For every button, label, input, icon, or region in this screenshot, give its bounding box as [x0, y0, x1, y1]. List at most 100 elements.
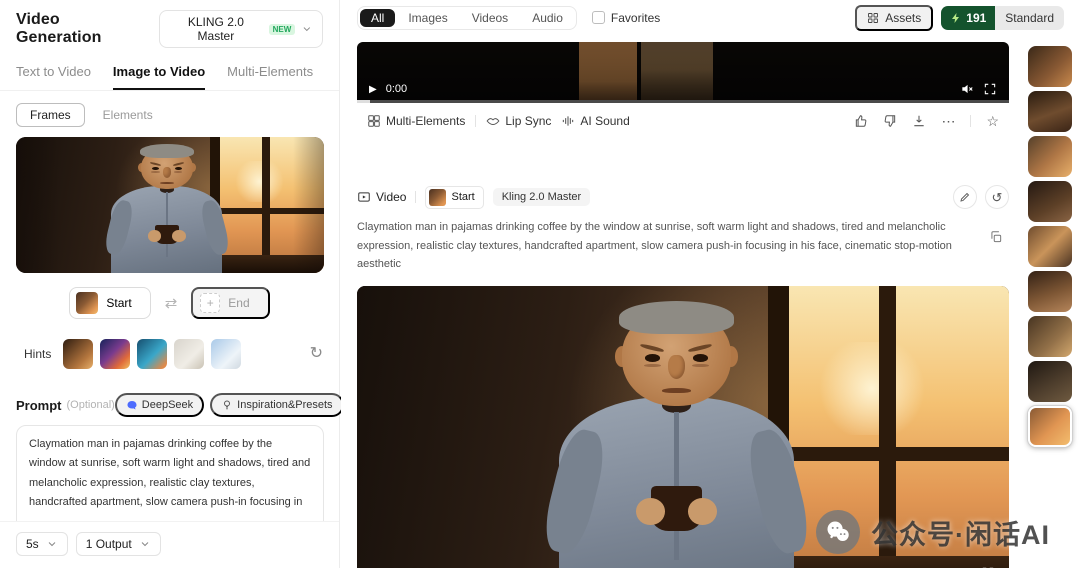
favorite-star-icon[interactable]: ☆	[986, 114, 999, 128]
inspiration-presets-label: Inspiration&Presets	[237, 399, 332, 411]
start-frame-chip-thumbnail	[429, 189, 446, 206]
history-thumbnail[interactable]	[1028, 136, 1072, 177]
model-selector-label: KLING 2.0 Master	[169, 15, 262, 43]
favorites-label: Favorites	[611, 11, 660, 25]
thumbs-down-icon[interactable]	[883, 114, 897, 128]
end-frame-label: End	[228, 296, 249, 310]
duration-select[interactable]: 5s	[16, 532, 68, 556]
energy-bolt-icon	[950, 12, 962, 24]
favorites-filter[interactable]: Favorites	[592, 11, 660, 25]
model-selector-dropdown[interactable]: KLING 2.0 Master NEW	[159, 10, 323, 48]
deepseek-label: DeepSeek	[142, 399, 193, 411]
history-thumbnail-selected[interactable]	[1028, 406, 1072, 447]
start-frame-preview[interactable]	[16, 137, 324, 273]
more-options-icon[interactable]: ⋯	[941, 114, 955, 128]
output-count-select[interactable]: 1 Output	[76, 532, 161, 556]
assets-button[interactable]: Assets	[855, 5, 933, 31]
edit-button[interactable]	[953, 185, 977, 209]
subtab-elements[interactable]: Elements	[103, 108, 153, 122]
inspiration-presets-button[interactable]: Inspiration&Presets	[210, 393, 343, 417]
ai-sound-button[interactable]: AI Sound	[561, 114, 629, 128]
start-frame-button[interactable]: Start	[69, 287, 150, 319]
tab-text-to-video[interactable]: Text to Video	[16, 64, 91, 90]
swap-frames-icon[interactable]: ⇄	[165, 294, 178, 312]
credits-counter: 191	[941, 6, 995, 30]
previous-video-player[interactable]: ▶ 0:00	[357, 42, 1009, 100]
filter-images[interactable]: Images	[397, 9, 458, 27]
watermark-text: 公众号·闲话AI	[871, 513, 1050, 552]
thumbs-up-icon[interactable]	[854, 114, 868, 128]
hints-row: Hints ↻	[0, 319, 339, 369]
filter-videos[interactable]: Videos	[461, 9, 519, 27]
content-topbar: All Images Videos Audio Favorites Assets…	[341, 0, 1080, 30]
history-thumbnail[interactable]	[1028, 226, 1072, 267]
add-end-frame-icon: +	[200, 293, 220, 313]
history-thumbnail[interactable]	[1028, 91, 1072, 132]
grid-icon	[867, 12, 879, 24]
main-content: All Images Videos Audio Favorites Assets…	[341, 0, 1080, 568]
history-thumbnail[interactable]	[1028, 271, 1072, 312]
mute-icon[interactable]	[960, 82, 974, 96]
history-thumbnail[interactable]	[1028, 361, 1072, 402]
left-panel-header: Video Generation KLING 2.0 Master NEW	[0, 0, 339, 52]
history-thumbnail[interactable]	[1028, 181, 1072, 222]
chevron-down-icon	[301, 23, 313, 35]
tab-multi-elements[interactable]: Multi-Elements	[227, 64, 313, 90]
start-frame-image	[16, 137, 324, 273]
model-chip[interactable]: Kling 2.0 Master	[493, 188, 590, 206]
copy-prompt-icon[interactable]	[989, 230, 1003, 244]
prompt-input[interactable]: Claymation man in pajamas drinking coffe…	[29, 435, 311, 515]
multi-elements-button[interactable]: Multi-Elements	[367, 114, 465, 128]
ai-sound-label: AI Sound	[580, 114, 629, 128]
waveform-icon	[561, 114, 575, 128]
result-prompt-text: Claymation man in pajamas drinking coffe…	[357, 218, 973, 274]
lightbulb-icon	[221, 399, 233, 411]
previous-result-card: ▶ 0:00 Multi-Elements Lip Sync	[357, 42, 1009, 141]
lip-sync-button[interactable]: Lip Sync	[486, 114, 551, 128]
history-thumbnail[interactable]	[1028, 46, 1072, 87]
history-strip	[1028, 46, 1072, 447]
filter-all[interactable]: All	[360, 9, 395, 27]
pencil-icon	[959, 191, 971, 203]
fullscreen-icon[interactable]	[983, 82, 997, 96]
hint-thumbnail[interactable]	[137, 339, 167, 369]
deepseek-button[interactable]: DeepSeek	[115, 393, 204, 417]
hints-label: Hints	[24, 347, 51, 361]
favorites-checkbox[interactable]	[592, 11, 605, 24]
prompt-optional-label: (Optional)	[67, 399, 115, 411]
video-progress-bar[interactable]	[357, 100, 1009, 103]
credits-plan-pill[interactable]: 191 Standard	[941, 6, 1064, 30]
hint-thumbnail[interactable]	[100, 339, 130, 369]
assets-label: Assets	[885, 11, 921, 25]
end-frame-button[interactable]: + End	[191, 287, 269, 319]
wechat-icon	[816, 510, 860, 554]
prompt-label: Prompt	[16, 398, 62, 413]
regenerate-button[interactable]: ↺	[985, 185, 1009, 209]
subtab-frames[interactable]: Frames	[16, 103, 85, 127]
new-badge: NEW	[269, 24, 296, 35]
hint-thumbnail[interactable]	[174, 339, 204, 369]
hint-thumbnail[interactable]	[211, 339, 241, 369]
start-frame-chip[interactable]: Start	[425, 186, 483, 209]
download-icon[interactable]	[912, 114, 926, 128]
output-count-value: 1 Output	[86, 537, 132, 551]
start-frame-label: Start	[106, 296, 131, 310]
refresh-hints-icon[interactable]: ↻	[310, 346, 323, 362]
asset-filter-segmented: All Images Videos Audio	[357, 6, 577, 30]
duration-value: 5s	[26, 537, 39, 551]
whale-icon	[126, 399, 138, 411]
tab-image-to-video[interactable]: Image to Video	[113, 64, 205, 90]
play-icon[interactable]: ▶	[369, 84, 377, 95]
page-title: Video Generation	[16, 11, 147, 47]
result-action-bar: Multi-Elements Lip Sync AI Sound	[357, 103, 1009, 141]
result-card-header: Video Start Kling 2.0 Master ↺	[357, 185, 1009, 209]
multi-elements-icon	[367, 114, 381, 128]
history-thumbnail[interactable]	[1028, 316, 1072, 357]
result-prompt-row: Claymation man in pajamas drinking coffe…	[357, 218, 1009, 274]
result-type-label: Video	[357, 190, 406, 204]
video-time: 0:00	[386, 83, 407, 95]
hint-thumbnail[interactable]	[63, 339, 93, 369]
filter-audio[interactable]: Audio	[521, 9, 574, 27]
left-panel: Video Generation KLING 2.0 Master NEW Te…	[0, 0, 340, 568]
result-type-text: Video	[376, 190, 406, 204]
